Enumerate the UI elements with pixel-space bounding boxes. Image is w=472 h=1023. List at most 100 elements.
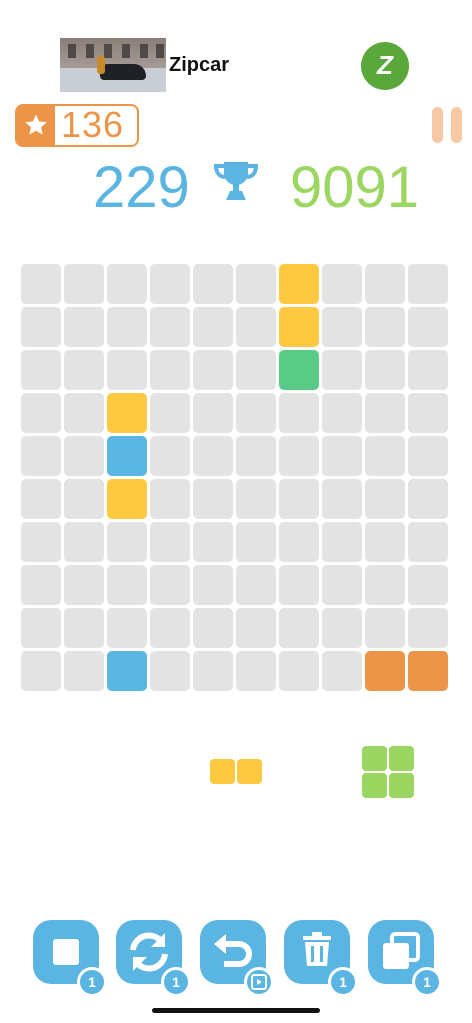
empty-cell[interactable] [150, 264, 190, 304]
ad-image[interactable] [60, 38, 166, 92]
empty-cell[interactable] [365, 393, 405, 433]
empty-cell[interactable] [408, 393, 448, 433]
empty-cell[interactable] [21, 436, 61, 476]
empty-cell[interactable] [236, 350, 276, 390]
empty-cell[interactable] [322, 436, 362, 476]
empty-cell[interactable] [193, 651, 233, 691]
empty-cell[interactable] [365, 608, 405, 648]
filled-cell[interactable] [107, 651, 147, 691]
empty-cell[interactable] [365, 436, 405, 476]
empty-cell[interactable] [193, 608, 233, 648]
empty-cell[interactable] [408, 307, 448, 347]
empty-cell[interactable] [236, 608, 276, 648]
empty-cell[interactable] [64, 565, 104, 605]
empty-cell[interactable] [236, 436, 276, 476]
empty-cell[interactable] [107, 565, 147, 605]
empty-cell[interactable] [236, 307, 276, 347]
empty-cell[interactable] [408, 608, 448, 648]
filled-cell[interactable] [107, 393, 147, 433]
empty-cell[interactable] [365, 522, 405, 562]
empty-cell[interactable] [236, 479, 276, 519]
game-board[interactable] [21, 264, 451, 694]
empty-cell[interactable] [64, 479, 104, 519]
filled-cell[interactable] [279, 264, 319, 304]
empty-cell[interactable] [64, 608, 104, 648]
empty-cell[interactable] [193, 436, 233, 476]
empty-cell[interactable] [322, 350, 362, 390]
empty-cell[interactable] [365, 264, 405, 304]
empty-cell[interactable] [408, 522, 448, 562]
ad-title[interactable]: Zipcar [169, 54, 229, 77]
empty-cell[interactable] [21, 264, 61, 304]
empty-cell[interactable] [279, 608, 319, 648]
empty-cell[interactable] [107, 307, 147, 347]
empty-cell[interactable] [107, 608, 147, 648]
empty-cell[interactable] [193, 522, 233, 562]
empty-cell[interactable] [408, 350, 448, 390]
empty-cell[interactable] [107, 350, 147, 390]
empty-cell[interactable] [193, 350, 233, 390]
empty-cell[interactable] [279, 651, 319, 691]
empty-cell[interactable] [236, 264, 276, 304]
pause-button[interactable] [432, 107, 462, 143]
empty-cell[interactable] [365, 565, 405, 605]
empty-cell[interactable] [279, 522, 319, 562]
empty-cell[interactable] [193, 565, 233, 605]
empty-cell[interactable] [150, 479, 190, 519]
empty-cell[interactable] [21, 307, 61, 347]
empty-cell[interactable] [408, 436, 448, 476]
filled-cell[interactable] [279, 350, 319, 390]
empty-cell[interactable] [408, 479, 448, 519]
empty-cell[interactable] [193, 264, 233, 304]
empty-cell[interactable] [21, 393, 61, 433]
empty-cell[interactable] [150, 565, 190, 605]
empty-cell[interactable] [322, 393, 362, 433]
empty-cell[interactable] [21, 608, 61, 648]
empty-cell[interactable] [150, 608, 190, 648]
empty-cell[interactable] [64, 350, 104, 390]
empty-cell[interactable] [193, 307, 233, 347]
empty-cell[interactable] [236, 393, 276, 433]
empty-cell[interactable] [236, 565, 276, 605]
empty-cell[interactable] [236, 651, 276, 691]
empty-cell[interactable] [64, 307, 104, 347]
empty-cell[interactable] [107, 264, 147, 304]
empty-cell[interactable] [365, 307, 405, 347]
empty-cell[interactable] [322, 608, 362, 648]
empty-cell[interactable] [279, 436, 319, 476]
video-reward-icon[interactable] [244, 967, 274, 997]
zipcar-logo[interactable]: Z [361, 42, 409, 90]
empty-cell[interactable] [279, 565, 319, 605]
empty-cell[interactable] [150, 350, 190, 390]
empty-cell[interactable] [322, 264, 362, 304]
filled-cell[interactable] [279, 307, 319, 347]
empty-cell[interactable] [150, 651, 190, 691]
empty-cell[interactable] [279, 393, 319, 433]
empty-cell[interactable] [21, 479, 61, 519]
empty-cell[interactable] [193, 479, 233, 519]
empty-cell[interactable] [64, 651, 104, 691]
empty-cell[interactable] [236, 522, 276, 562]
empty-cell[interactable] [322, 522, 362, 562]
empty-cell[interactable] [408, 264, 448, 304]
empty-cell[interactable] [150, 307, 190, 347]
empty-cell[interactable] [107, 522, 147, 562]
empty-cell[interactable] [322, 565, 362, 605]
empty-cell[interactable] [21, 350, 61, 390]
filled-cell[interactable] [107, 436, 147, 476]
empty-cell[interactable] [150, 436, 190, 476]
filled-cell[interactable] [408, 651, 448, 691]
empty-cell[interactable] [150, 522, 190, 562]
empty-cell[interactable] [322, 479, 362, 519]
empty-cell[interactable] [193, 393, 233, 433]
empty-cell[interactable] [64, 264, 104, 304]
empty-cell[interactable] [64, 393, 104, 433]
empty-cell[interactable] [408, 565, 448, 605]
empty-cell[interactable] [279, 479, 319, 519]
empty-cell[interactable] [64, 436, 104, 476]
empty-cell[interactable] [365, 350, 405, 390]
filled-cell[interactable] [365, 651, 405, 691]
empty-cell[interactable] [365, 479, 405, 519]
empty-cell[interactable] [64, 522, 104, 562]
empty-cell[interactable] [21, 565, 61, 605]
